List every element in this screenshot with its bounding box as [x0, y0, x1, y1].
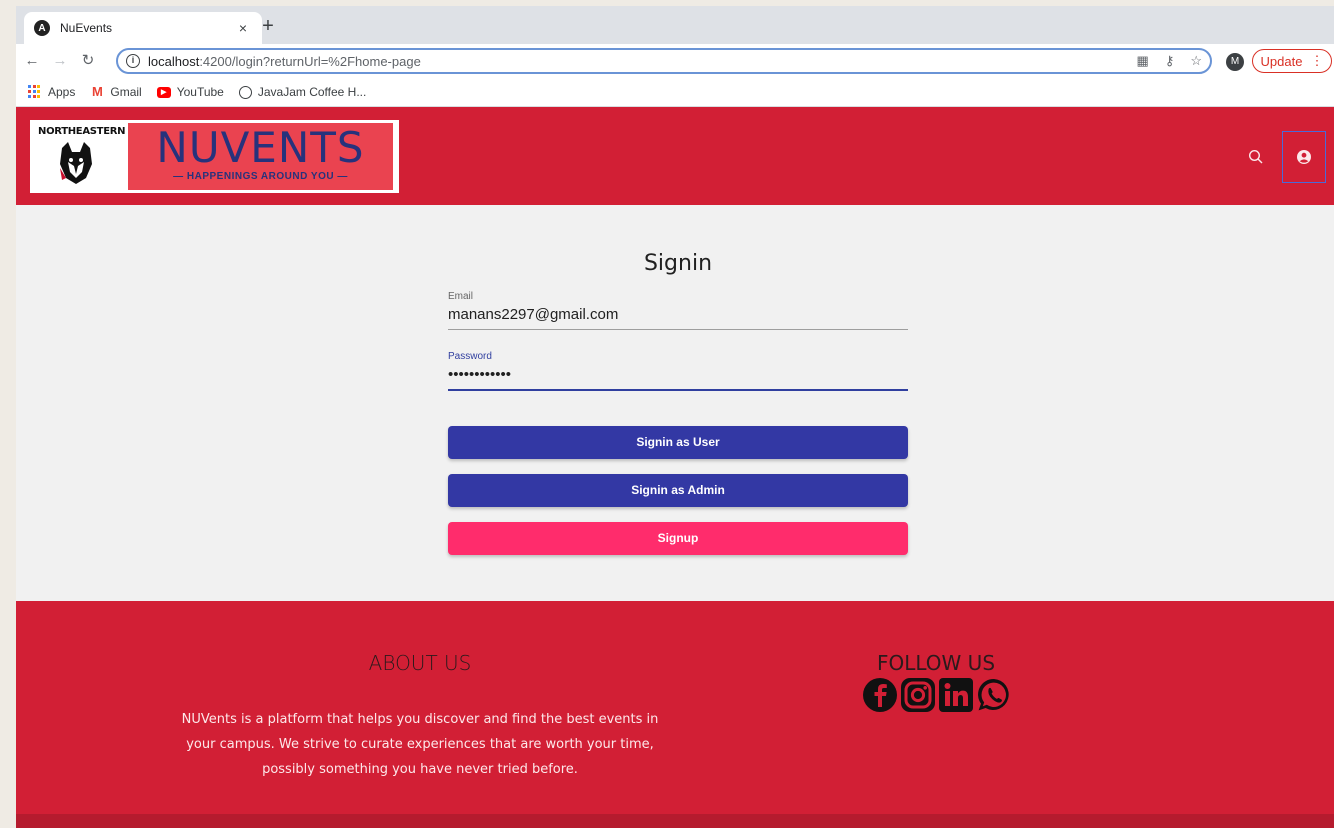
signin-page: Signin Email Password Signin as User Sig…: [16, 205, 1334, 601]
browser-toolbar: ← → ↻ i localhost:4200/login?returnUrl=%…: [16, 44, 1334, 78]
close-tab-icon[interactable]: ×: [234, 20, 252, 36]
password-field: Password: [448, 351, 908, 391]
qr-code-icon[interactable]: ▦: [1137, 53, 1149, 69]
new-tab-button[interactable]: +: [256, 15, 280, 39]
email-field: Email: [448, 291, 908, 330]
bookmark-youtube[interactable]: ▶ YouTube: [156, 85, 224, 99]
facebook-icon[interactable]: [862, 677, 898, 713]
husky-icon: [60, 142, 92, 184]
bookmark-gmail[interactable]: M Gmail: [90, 84, 142, 100]
app-header: NORTHEASTERN NUVENTS — HAPPENINGS AROUND…: [16, 107, 1334, 205]
header-account-button[interactable]: [1282, 131, 1326, 183]
browser-tab[interactable]: A NuEvents ×: [24, 12, 262, 44]
address-bar[interactable]: i localhost:4200/login?returnUrl=%2Fhome…: [116, 48, 1212, 74]
nuvents-logo[interactable]: NORTHEASTERN NUVENTS — HAPPENINGS AROUND…: [30, 120, 399, 193]
bookmark-label: YouTube: [176, 85, 224, 99]
about-us-heading: ABOUT US: [368, 651, 472, 675]
star-bookmark-icon[interactable]: ☆: [1190, 53, 1202, 69]
bookmark-label: JavaJam Coffee H...: [257, 85, 367, 99]
reload-icon[interactable]: ↻: [76, 49, 100, 73]
nuvents-banner: NUVENTS — HAPPENINGS AROUND YOU —: [128, 123, 393, 190]
tab-strip: A NuEvents × +: [16, 6, 1334, 44]
apps-grid-icon: [28, 85, 42, 99]
northeastern-logo-text: NORTHEASTERN: [38, 126, 126, 137]
back-arrow-icon[interactable]: ←: [20, 49, 44, 73]
bookmark-label: Apps: [48, 85, 76, 99]
signin-as-user-button[interactable]: Signin as User: [448, 426, 908, 459]
url-text[interactable]: localhost:4200/login?returnUrl=%2Fhome-p…: [148, 54, 421, 69]
header-search-button[interactable]: [1236, 131, 1276, 183]
browser-window: A NuEvents × + ← → ↻ i localhost:4200/lo…: [16, 6, 1334, 828]
bookmark-javajam[interactable]: JavaJam Coffee H...: [238, 85, 367, 99]
youtube-icon: ▶: [156, 86, 171, 98]
account-circle-icon: [1297, 150, 1311, 164]
password-label: Password: [448, 351, 492, 362]
signup-button[interactable]: Signup: [448, 522, 908, 555]
kebab-menu-icon: ⋮: [1310, 53, 1324, 68]
bookmarks-bar: Apps M Gmail ▶ YouTube JavaJam Coffee H.…: [16, 78, 1334, 107]
footer-bottom-bar: [16, 814, 1334, 828]
follow-us-heading: FOLLOW US: [876, 651, 996, 675]
northeastern-logo: NORTHEASTERN: [30, 120, 128, 193]
omnibox-actions: ▦ ⚷ ☆: [1137, 53, 1202, 69]
search-icon: [1248, 149, 1263, 164]
tab-title: NuEvents: [60, 21, 113, 35]
email-input[interactable]: [448, 302, 908, 330]
url-path: :4200/login?returnUrl=%2Fhome-page: [199, 53, 421, 69]
social-links: [862, 677, 1012, 713]
logo-title: NUVENTS: [156, 123, 365, 172]
globe-icon: [238, 85, 252, 99]
update-button[interactable]: Update ⋮: [1252, 49, 1332, 73]
update-label: Update: [1260, 53, 1303, 69]
password-input[interactable]: [448, 362, 908, 391]
key-icon[interactable]: ⚷: [1165, 53, 1175, 69]
signin-as-admin-button[interactable]: Signin as Admin: [448, 474, 908, 507]
site-footer: ABOUT US NUVents is a platform that help…: [16, 601, 1334, 828]
bookmark-label: Gmail: [110, 85, 142, 99]
linkedin-icon[interactable]: [938, 677, 974, 713]
logo-tagline: — HAPPENINGS AROUND YOU —: [173, 171, 348, 182]
bookmark-apps[interactable]: Apps: [28, 85, 75, 99]
whatsapp-icon[interactable]: [976, 677, 1012, 713]
site-info-icon[interactable]: i: [126, 54, 140, 68]
profile-avatar[interactable]: M: [1226, 53, 1244, 71]
about-us-text: NUVents is a platform that helps you dis…: [181, 712, 659, 777]
angular-favicon-icon: A: [34, 20, 50, 36]
gmail-icon: M: [91, 84, 103, 99]
url-host: localhost: [148, 53, 200, 69]
instagram-icon[interactable]: [900, 677, 936, 713]
signin-title: Signin: [643, 251, 713, 276]
email-label: Email: [448, 291, 474, 302]
forward-arrow-icon[interactable]: →: [48, 49, 72, 73]
